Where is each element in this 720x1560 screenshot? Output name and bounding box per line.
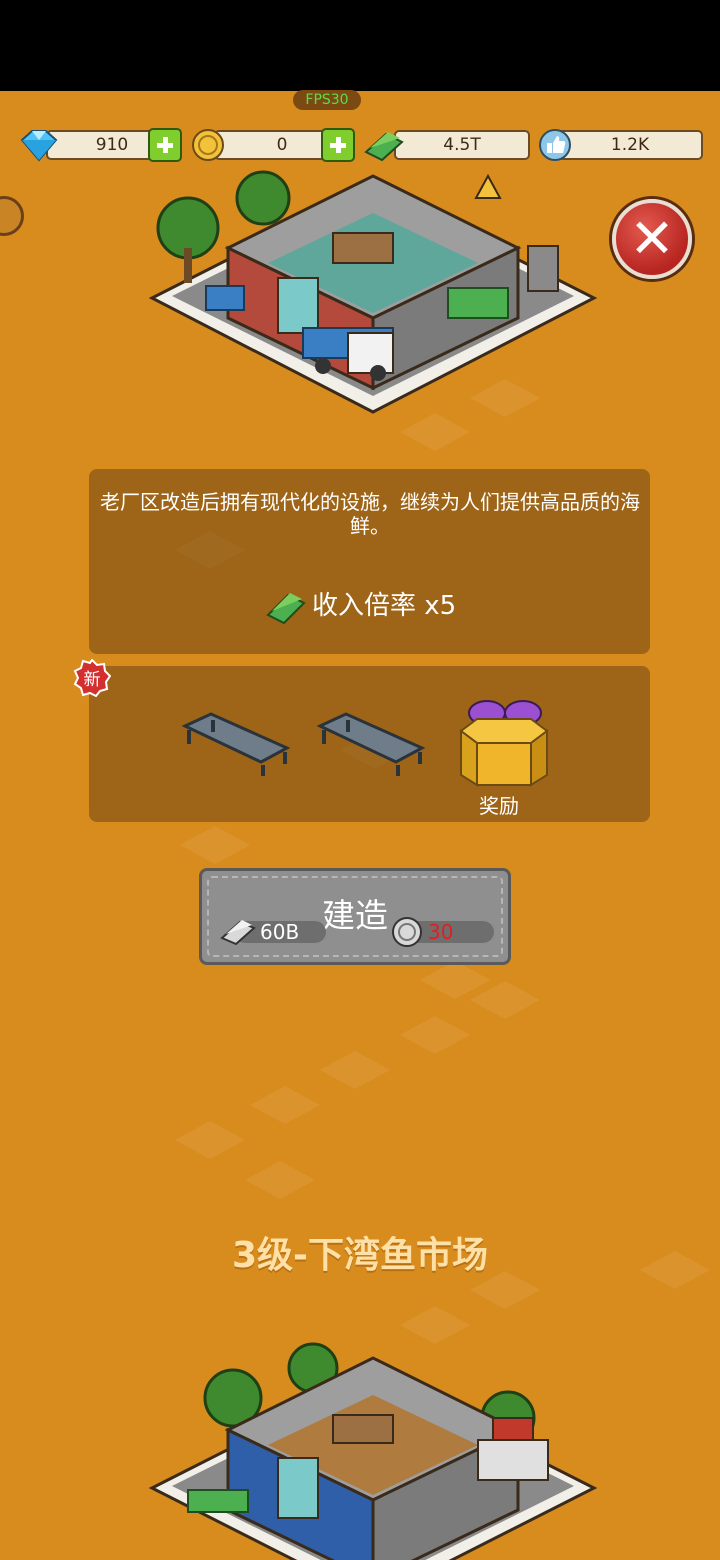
status-bar (0, 0, 720, 91)
conveyor-table-icon (316, 712, 426, 776)
fish-market-building-icon (148, 1342, 598, 1560)
cash-icon (364, 132, 404, 162)
seafood-factory-building-icon (148, 170, 598, 414)
add-gems-button[interactable] (148, 128, 182, 162)
close-button[interactable]: ✕ (612, 199, 692, 279)
close-icon: ✕ (629, 207, 675, 270)
income-value: x5 (424, 591, 457, 621)
fps-counter: FPS30 (293, 90, 361, 110)
coin-cost: 30 (428, 920, 454, 944)
gift-box-icon (459, 700, 549, 787)
build-button[interactable]: 建造 60B 30 (199, 868, 511, 965)
income-label: 收入倍率 (312, 591, 417, 621)
upgrade-description: 老厂区改造后拥有现代化的设施，继续为人们提供高品质的海鲜。 (100, 490, 640, 538)
cash-cost: 60B (260, 920, 300, 944)
cash-icon (220, 920, 256, 946)
cash-counter: 4.5T (364, 128, 530, 162)
cash-icon (266, 592, 306, 624)
new-badge-text: 新 (84, 670, 101, 690)
add-coins-button[interactable] (321, 128, 355, 162)
income-multiplier: 收入倍率 x5 (266, 586, 456, 626)
likes-value: 1.2K (557, 130, 703, 160)
gem-icon (20, 130, 58, 162)
new-badge-icon: 新 (73, 659, 111, 697)
likes-counter: 1.2K (537, 128, 703, 162)
coin-icon (192, 129, 224, 161)
next-level-title: 3级-下湾鱼市场 (232, 1235, 488, 1276)
conveyor-table-icon (181, 712, 291, 776)
coin-icon (392, 917, 422, 947)
cash-value: 4.5T (394, 130, 530, 160)
gift-label: 奖励 (479, 794, 519, 818)
thumbs-up-icon (539, 129, 571, 161)
